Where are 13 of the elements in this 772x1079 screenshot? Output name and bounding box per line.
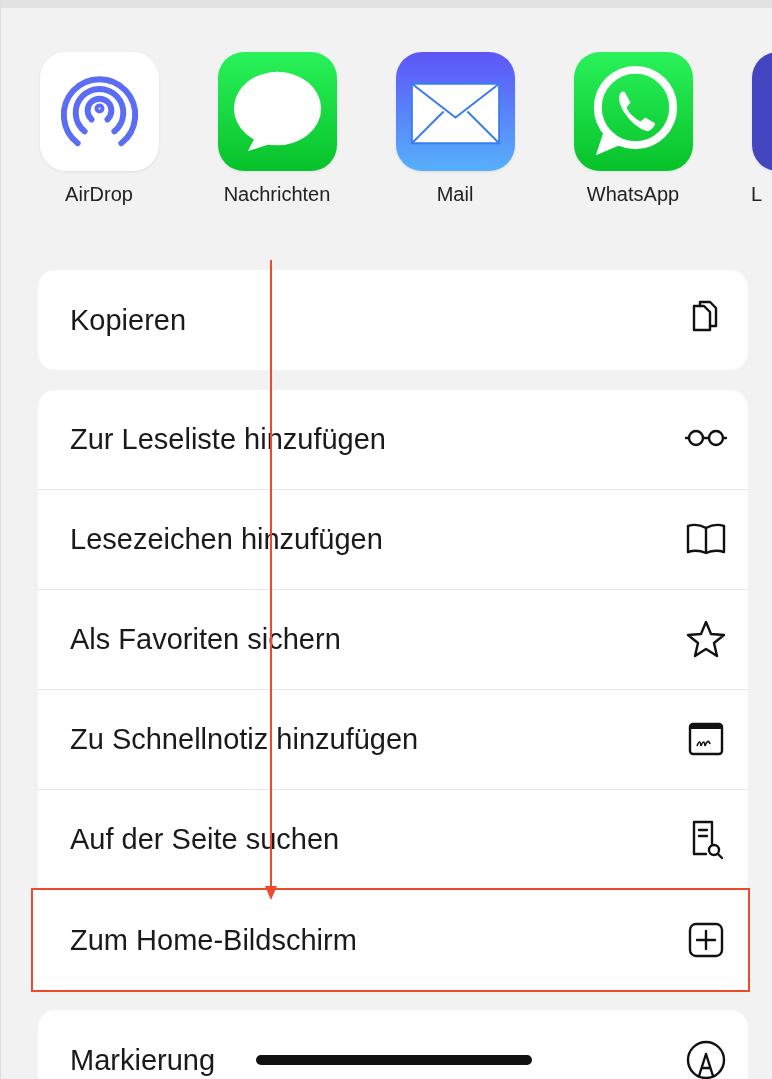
app-label: Mail: [435, 183, 475, 206]
action-row[interactable]: Kopieren: [38, 270, 748, 370]
phone-bubble-icon[interactable]: [573, 52, 693, 171]
app-label: AirDrop: [64, 183, 134, 206]
action-row[interactable]: Zu Schnellnotiz hinzufügen: [38, 690, 748, 790]
action-row[interactable]: Zum Home-Bildschirm: [33, 890, 748, 990]
speech-bubble-icon[interactable]: [217, 52, 337, 171]
app-label: Nachrichten: [222, 183, 332, 206]
action-row[interactable]: Markierung: [38, 1010, 748, 1079]
app-label: WhatsApp: [585, 183, 681, 206]
airdrop-icon[interactable]: [39, 52, 159, 171]
app-label: L: [751, 183, 764, 206]
envelope-icon[interactable]: [395, 52, 515, 171]
